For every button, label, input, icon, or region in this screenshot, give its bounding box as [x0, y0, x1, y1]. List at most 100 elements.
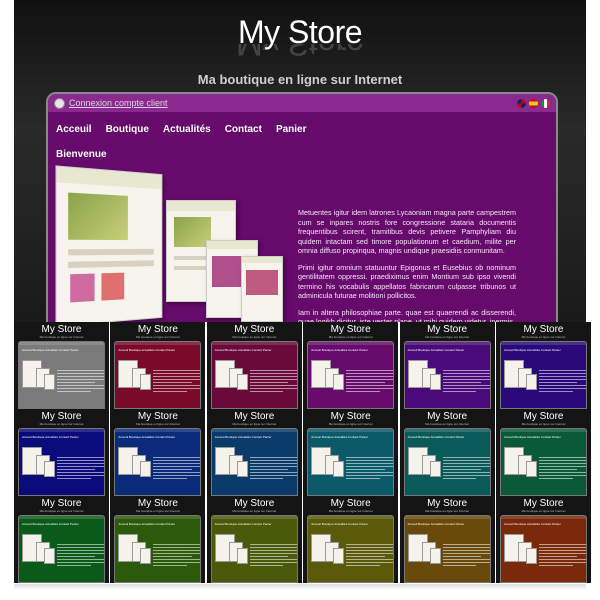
thumbnail-logo: My Store	[234, 498, 275, 509]
site-content: Acceuil Boutique Actualités Contact Pani…	[48, 112, 556, 322]
thumbnail-logo: My Store	[41, 324, 82, 335]
thumbnail-screens	[504, 447, 537, 491]
thumbnail-nav: Acceuil Boutique Actualités Contact Pani…	[118, 348, 176, 352]
thumbnail-nav: Acceuil Boutique Actualités Contact Pani…	[311, 522, 368, 526]
paragraph: Metuentes igitur idem latrones Lycaoniam…	[298, 208, 516, 255]
nav-contact[interactable]: Contact	[225, 124, 262, 135]
color-variant-thumbnail[interactable]: My Store Ma boutique en ligne sur Interne…	[206, 322, 302, 409]
thumbnail-screens	[311, 360, 345, 404]
thumbnail-logo: My Store	[234, 411, 275, 422]
color-variant-thumbnail[interactable]: My Store Ma boutique en ligne sur Interne…	[399, 322, 495, 409]
color-variant-thumbnail[interactable]: My Store Ma boutique en ligne sur Interne…	[399, 409, 495, 496]
thumbnail-text-lines	[57, 544, 104, 568]
thumbnail-tagline: Ma boutique en ligne sur Internet	[425, 509, 470, 513]
welcome-text: Metuentes igitur idem latrones Lycaoniam…	[298, 208, 516, 322]
thumbnail-tagline: Ma boutique en ligne sur Internet	[135, 509, 180, 513]
thumbnail-screens	[311, 447, 345, 491]
thumbnail-panel: Acceuil Boutique Actualités Contact Pani…	[18, 341, 105, 409]
color-variant-thumbnail[interactable]: My Store Ma boutique en ligne sur Interne…	[14, 322, 109, 409]
thumbnail-panel: Acceuil Boutique Actualités Contact Pani…	[18, 428, 105, 496]
store-logo-reflection: My Store	[235, 44, 365, 62]
thumbnail-screens	[214, 534, 248, 578]
italy-flag-icon[interactable]	[541, 98, 550, 108]
thumbnail-text-lines	[442, 457, 490, 481]
nav-shop[interactable]: Boutique	[106, 124, 149, 135]
thumbnail-nav: Acceuil Boutique Actualités Contact Pani…	[214, 522, 272, 526]
thumbnail-panel: Acceuil Boutique Actualités Contact Pani…	[403, 515, 491, 583]
thumbnail-nav: Acceuil Boutique Actualités Contact Pani…	[118, 435, 176, 439]
color-variant-thumbnail[interactable]: My Store Ma boutique en ligne sur Interne…	[303, 409, 399, 496]
color-variant-thumbnail[interactable]: My Store Ma boutique en ligne sur Interne…	[110, 496, 206, 583]
thumbnail-tagline: Ma boutique en ligne sur Internet	[39, 335, 84, 339]
thumbnail-tagline: Ma boutique en ligne sur Internet	[328, 509, 373, 513]
color-variant-thumbnail[interactable]: My Store Ma boutique en ligne sur Interne…	[14, 409, 109, 496]
thumbnail-logo: My Store	[41, 498, 82, 509]
thumbnail-tagline: Ma boutique en ligne sur Internet	[232, 509, 277, 513]
color-variant-thumbnail[interactable]: My Store Ma boutique en ligne sur Interne…	[399, 496, 495, 583]
color-variant-thumbnail[interactable]: My Store Ma boutique en ligne sur Interne…	[496, 496, 591, 583]
thumbnail-panel: Acceuil Boutique Actualités Contact Pani…	[307, 341, 395, 409]
thumbnail-screens	[118, 360, 152, 404]
thumbnail-nav: Acceuil Boutique Actualités Contact Pani…	[311, 348, 368, 352]
thumbnail-logo: My Store	[41, 411, 82, 422]
color-variant-thumbnail[interactable]: My Store Ma boutique en ligne sur Interne…	[110, 409, 206, 496]
thumbnail-logo: My Store	[427, 411, 468, 422]
thumbnail-text-lines	[249, 457, 297, 481]
thumbnail-logo: My Store	[137, 498, 178, 509]
page-title: Bienvenue	[56, 149, 107, 160]
color-variant-thumbnail[interactable]: My Store Ma boutique en ligne sur Interne…	[206, 409, 302, 496]
thumbnail-screens	[214, 360, 248, 404]
thumbnail-screens	[407, 447, 441, 491]
language-switcher	[517, 98, 550, 108]
nav-news[interactable]: Actualités	[163, 124, 211, 135]
color-variant-thumbnail[interactable]: My Store Ma boutique en ligne sur Interne…	[206, 496, 302, 583]
thumbnail-tagline: Ma boutique en ligne sur Internet	[521, 509, 566, 513]
thumbnail-panel: Acceuil Boutique Actualités Contact Pani…	[210, 428, 298, 496]
uk-flag-icon[interactable]	[517, 98, 526, 108]
paragraph: Primi igitur omnium statuuntur Epigonus …	[298, 262, 516, 301]
thumbnail-text-lines	[346, 457, 394, 481]
nav-home[interactable]: Acceuil	[56, 124, 92, 135]
color-variant-thumbnail[interactable]: My Store Ma boutique en ligne sur Interne…	[110, 322, 206, 409]
color-variant-thumbnail[interactable]: My Store Ma boutique en ligne sur Interne…	[496, 322, 591, 409]
bottom-reflection	[14, 584, 586, 590]
thumbnail-logo: My Store	[137, 324, 178, 335]
thumbnail-nav: Acceuil Boutique Actualités Contact Pani…	[22, 348, 79, 352]
thumbnail-tagline: Ma boutique en ligne sur Internet	[135, 335, 180, 339]
thumbnail-panel: Acceuil Boutique Actualités Contact Pani…	[403, 341, 491, 409]
thumbnail-panel: Acceuil Boutique Actualités Contact Pani…	[114, 341, 202, 409]
thumbnail-logo: My Store	[523, 411, 564, 422]
thumbnail-logo: My Store	[523, 324, 564, 335]
site-panel: Connexion compte client Acceuil Boutique…	[46, 92, 558, 322]
thumbnail-panel: Acceuil Boutique Actualités Contact Pani…	[500, 515, 587, 583]
thumbnail-logo: My Store	[137, 411, 178, 422]
thumbnail-screens	[22, 360, 55, 404]
nav-cart[interactable]: Panier	[276, 124, 307, 135]
thumbnail-nav: Acceuil Boutique Actualités Contact Pani…	[504, 522, 561, 526]
thumbnail-screens	[22, 447, 55, 491]
color-variant-thumbnail[interactable]: My Store Ma boutique en ligne sur Interne…	[303, 322, 399, 409]
thumbnail-tagline: Ma boutique en ligne sur Internet	[39, 422, 84, 426]
account-bar: Connexion compte client	[48, 94, 556, 112]
thumbnail-nav: Acceuil Boutique Actualités Contact Pani…	[118, 522, 176, 526]
spain-flag-icon[interactable]	[529, 98, 538, 108]
login-link[interactable]: Connexion compte client	[69, 98, 168, 108]
thumbnail-tagline: Ma boutique en ligne sur Internet	[232, 335, 277, 339]
thumbnail-tagline: Ma boutique en ligne sur Internet	[425, 335, 470, 339]
thumbnail-panel: Acceuil Boutique Actualités Contact Pani…	[210, 515, 298, 583]
color-variant-thumbnail[interactable]: My Store Ma boutique en ligne sur Interne…	[14, 496, 109, 583]
thumbnail-screens	[311, 534, 345, 578]
thumbnail-screens	[407, 360, 441, 404]
thumbnail-text-lines	[153, 370, 201, 394]
thumbnail-logo: My Store	[427, 498, 468, 509]
screenshot-small-2	[241, 256, 283, 322]
color-variant-thumbnail[interactable]: My Store Ma boutique en ligne sur Interne…	[496, 409, 591, 496]
thumbnail-panel: Acceuil Boutique Actualités Contact Pani…	[403, 428, 491, 496]
thumbnail-nav: Acceuil Boutique Actualités Contact Pani…	[407, 435, 465, 439]
thumbnail-tagline: Ma boutique en ligne sur Internet	[521, 422, 566, 426]
paragraph: Iam in altera philosophiae parte. quae e…	[298, 307, 516, 323]
thumbnail-text-lines	[153, 544, 201, 568]
thumbnail-text-lines	[539, 370, 586, 394]
color-variant-thumbnail[interactable]: My Store Ma boutique en ligne sur Interne…	[303, 496, 399, 583]
thumbnail-text-lines	[442, 544, 490, 568]
